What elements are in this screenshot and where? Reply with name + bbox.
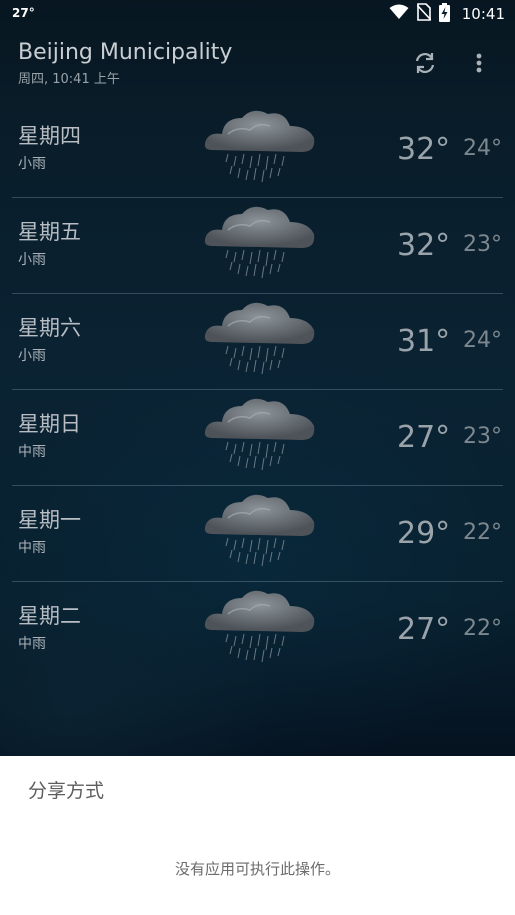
last-updated: 周四, 10:41 上午 xyxy=(18,72,120,87)
forecast-day: 星期二 xyxy=(18,604,81,628)
forecast-day: 星期四 xyxy=(18,124,81,148)
forecast-high: 29° xyxy=(397,516,451,551)
forecast-high: 27° xyxy=(397,420,451,455)
light-rain-cloud-icon xyxy=(198,296,322,380)
weather-screen: 27° 10:41 Beijing Municipality 周四, 10:41… xyxy=(0,0,515,915)
forecast-condition: 小雨 xyxy=(18,348,46,364)
forecast-high: 27° xyxy=(397,612,451,647)
no-sim-icon xyxy=(416,3,432,25)
moderate-rain-cloud-icon xyxy=(198,488,322,572)
forecast-low: 24° xyxy=(463,328,502,353)
forecast-condition: 中雨 xyxy=(18,444,46,460)
forecast-condition: 小雨 xyxy=(18,252,46,268)
status-bar: 27° 10:41 xyxy=(0,0,515,28)
forecast-row[interactable]: 星期二 中雨 27° 22° xyxy=(0,582,515,678)
forecast-row[interactable]: 星期四 小雨 32° 24° xyxy=(0,102,515,198)
status-icons: 10:41 xyxy=(389,2,505,26)
forecast-high: 32° xyxy=(397,132,451,167)
forecast-condition: 中雨 xyxy=(18,540,46,556)
light-rain-cloud-icon xyxy=(198,200,322,284)
refresh-button[interactable] xyxy=(410,48,440,78)
forecast-day: 星期一 xyxy=(18,508,81,532)
forecast-low: 24° xyxy=(463,136,502,161)
forecast-row[interactable]: 星期一 中雨 29° 22° xyxy=(0,486,515,582)
forecast-high: 32° xyxy=(397,228,451,263)
light-rain-cloud-icon xyxy=(198,104,322,188)
status-time: 10:41 xyxy=(461,5,505,23)
app-bar: Beijing Municipality 周四, 10:41 上午 xyxy=(0,36,515,92)
forecast-high: 31° xyxy=(397,324,451,359)
forecast-row[interactable]: 星期日 中雨 27° 23° xyxy=(0,390,515,486)
refresh-icon xyxy=(415,53,435,73)
more-vert-icon xyxy=(476,53,482,73)
forecast-condition: 中雨 xyxy=(18,636,46,652)
forecast-low: 22° xyxy=(463,616,502,641)
more-options-button[interactable] xyxy=(466,48,492,78)
moderate-rain-cloud-icon xyxy=(198,392,322,476)
status-temperature: 27° xyxy=(12,6,35,20)
wifi-icon xyxy=(389,4,409,24)
forecast-low: 23° xyxy=(463,232,502,257)
forecast-day: 星期六 xyxy=(18,316,81,340)
forecast-condition: 小雨 xyxy=(18,156,46,172)
forecast-low: 22° xyxy=(463,520,502,545)
share-sheet-title: 分享方式 xyxy=(28,780,105,802)
moderate-rain-cloud-icon xyxy=(198,584,322,668)
forecast-day: 星期五 xyxy=(18,220,81,244)
forecast-low: 23° xyxy=(463,424,502,449)
city-name: Beijing Municipality xyxy=(18,40,233,65)
forecast-row[interactable]: 星期五 小雨 32° 23° xyxy=(0,198,515,294)
forecast-row[interactable]: 星期六 小雨 31° 24° xyxy=(0,294,515,390)
share-sheet: 分享方式 没有应用可执行此操作。 xyxy=(0,756,515,915)
forecast-list: 星期四 小雨 32° 24° 星期五 小雨 32° 23° 星期六 小雨 31°… xyxy=(0,102,515,678)
forecast-day: 星期日 xyxy=(18,412,81,436)
battery-charging-icon xyxy=(438,2,450,26)
share-sheet-empty-message: 没有应用可执行此操作。 xyxy=(174,860,340,878)
